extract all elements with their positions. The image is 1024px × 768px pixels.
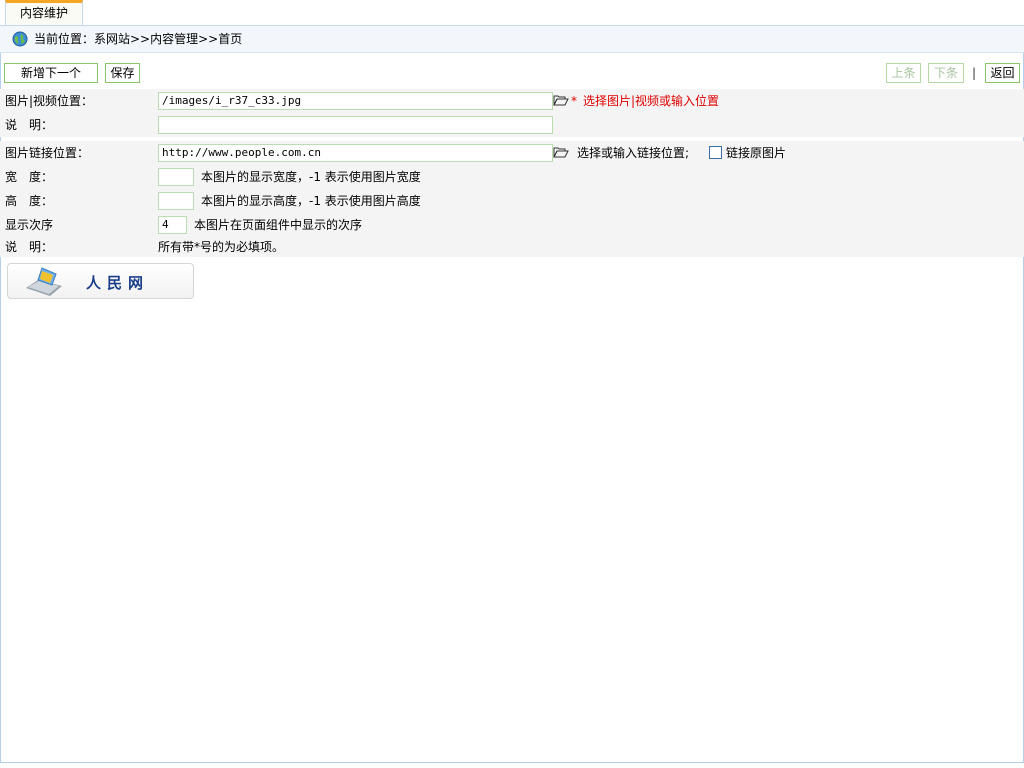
logo-text: 人民网 — [86, 274, 150, 292]
form-row-order: 显示次序 4 本图片在页面组件中显示的次序 — [0, 213, 1024, 237]
display-order-input[interactable]: 4 — [158, 216, 187, 234]
open-folder-icon[interactable] — [553, 145, 569, 159]
laptop-logo-icon — [26, 267, 62, 296]
width-input[interactable] — [158, 168, 194, 186]
tab-content-maintenance[interactable]: 内容维护 — [5, 0, 83, 25]
toolbar-separator: | — [972, 66, 977, 80]
form-row-link: 图片链接位置： http://www.people.com.cn 选择或输入链接… — [0, 141, 1024, 165]
image-position-input[interactable]: /images/i_r37_c33.jpg — [158, 92, 553, 110]
image-select-hint: 选择图片|视频或输入位置 — [583, 94, 720, 108]
required-mark: * — [571, 94, 577, 108]
height-hint: 本图片的显示高度，-1 表示使用图片高度 — [201, 194, 421, 208]
height-input[interactable] — [158, 192, 194, 210]
back-button[interactable]: 返回 — [985, 63, 1020, 83]
form-row-description: 说 明： — [0, 113, 1024, 137]
open-folder-icon[interactable] — [553, 93, 569, 107]
description-label: 说 明： — [5, 118, 54, 132]
image-preview: 人民网 — [7, 263, 194, 299]
prev-record-button[interactable]: 上条 — [886, 63, 921, 83]
link-original-label: 链接原图片 — [726, 146, 787, 160]
add-next-button[interactable]: 新增下一个 — [4, 63, 98, 83]
note-label: 说 明： — [5, 240, 54, 254]
link-original-checkbox[interactable] — [709, 146, 722, 159]
image-position-label: 图片|视频位置： — [5, 94, 94, 108]
globe-icon — [12, 31, 28, 47]
link-position-input[interactable]: http://www.people.com.cn — [158, 144, 553, 162]
display-order-hint: 本图片在页面组件中显示的次序 — [194, 218, 363, 232]
tab-label: 内容维护 — [19, 6, 68, 20]
next-record-button[interactable]: 下条 — [928, 63, 964, 83]
form-row-height: 高 度： 本图片的显示高度，-1 表示使用图片高度 — [0, 189, 1024, 213]
save-button[interactable]: 保存 — [105, 63, 140, 83]
width-hint: 本图片的显示宽度，-1 表示使用图片宽度 — [201, 170, 421, 184]
breadcrumb-text: 当前位置：系网站>>内容管理>>首页 — [34, 32, 243, 46]
description-input[interactable] — [158, 116, 553, 134]
form-row-width: 宽 度： 本图片的显示宽度，-1 表示使用图片宽度 — [0, 165, 1024, 189]
link-position-label: 图片链接位置： — [5, 146, 90, 160]
width-label: 宽 度： — [5, 170, 54, 184]
form-row-image: 图片|视频位置： /images/i_r37_c33.jpg * 选择图片|视频… — [0, 89, 1024, 113]
height-label: 高 度： — [5, 194, 54, 208]
breadcrumb: 当前位置：系网站>>内容管理>>首页 — [0, 26, 1024, 53]
required-note-text: 所有带*号的为必填项。 — [158, 240, 285, 254]
link-select-hint: 选择或输入链接位置; — [577, 146, 690, 160]
form-row-note: 说 明： 所有带*号的为必填项。 — [0, 237, 1024, 257]
display-order-label: 显示次序 — [5, 218, 54, 232]
tab-bar: 内容维护 — [0, 0, 1024, 26]
